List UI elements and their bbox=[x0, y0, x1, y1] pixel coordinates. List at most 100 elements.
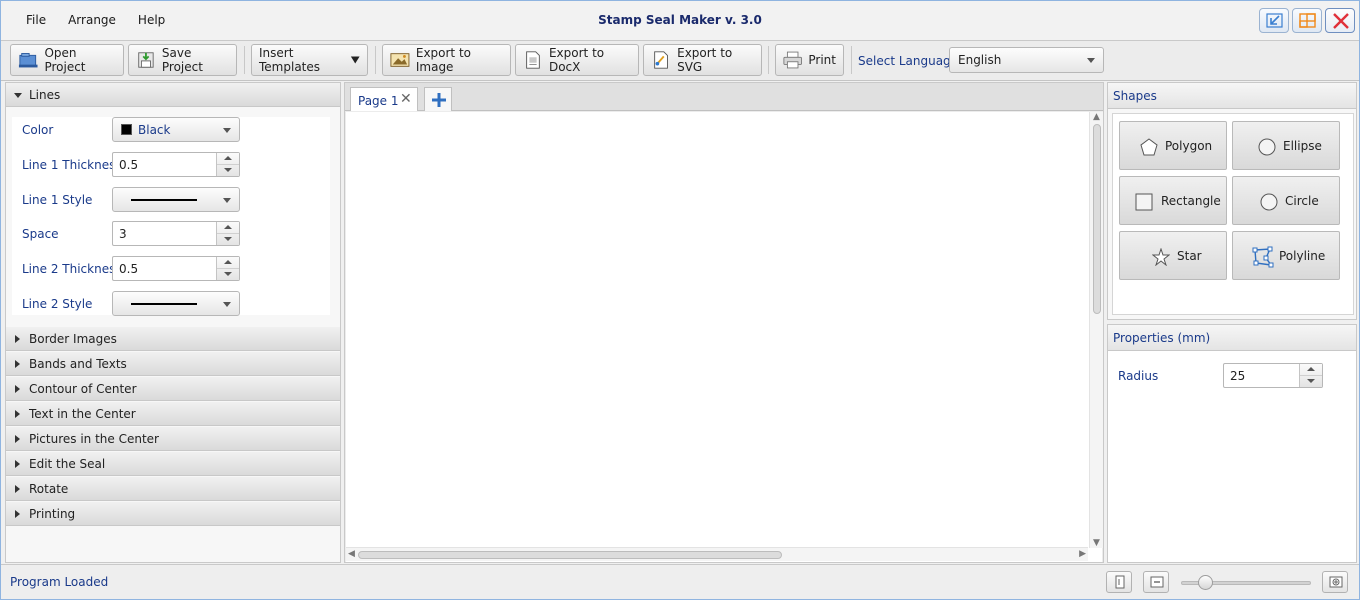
space-label: Space bbox=[22, 227, 59, 241]
line2-style-select[interactable] bbox=[112, 291, 240, 316]
ellipse-button[interactable]: Ellipse bbox=[1232, 121, 1340, 170]
zoom-in-button[interactable] bbox=[1322, 571, 1348, 593]
close-button[interactable] bbox=[1325, 8, 1355, 33]
canvas-area: Page 1 ✕ ▲ ▼ ◀ ▶ bbox=[344, 82, 1104, 563]
section-rotate-header[interactable]: Rotate bbox=[6, 477, 340, 501]
increment-icon[interactable] bbox=[1307, 367, 1315, 371]
collapsed-triangle-icon bbox=[15, 335, 20, 343]
stepper-buttons[interactable] bbox=[216, 222, 239, 245]
section-printing-header[interactable]: Printing bbox=[6, 502, 340, 526]
line2-thickness-label: Line 2 Thickness bbox=[22, 262, 122, 276]
shapes-panel: Shapes Polygon Ellipse Rectangle Circle … bbox=[1107, 82, 1357, 320]
section-label: Border Images bbox=[29, 332, 117, 346]
line1-style-label: Line 1 Style bbox=[22, 193, 93, 207]
section-border-images-header[interactable]: Border Images bbox=[6, 327, 340, 351]
section-contour-of-center-header[interactable]: Contour of Center bbox=[6, 377, 340, 401]
polyline-button[interactable]: Polyline bbox=[1232, 231, 1340, 280]
collapsed-triangle-icon bbox=[15, 510, 20, 518]
scroll-down-icon[interactable]: ▼ bbox=[1093, 538, 1100, 548]
increment-icon[interactable] bbox=[224, 225, 232, 229]
section-lines-header[interactable]: Lines bbox=[6, 83, 340, 107]
status-bar: Program Loaded bbox=[1, 564, 1359, 599]
decrement-icon[interactable] bbox=[1307, 379, 1315, 383]
rectangle-button[interactable]: Rectangle bbox=[1119, 176, 1227, 225]
section-lines-label: Lines bbox=[29, 88, 61, 102]
save-project-button[interactable]: Save Project bbox=[128, 44, 237, 76]
star-icon bbox=[1152, 248, 1170, 266]
toolbar-separator bbox=[375, 46, 376, 74]
dropdown-arrow-icon bbox=[350, 56, 360, 64]
export-image-label: Export to Image bbox=[415, 46, 472, 74]
document-icon bbox=[526, 51, 540, 69]
section-bands-and-texts-header[interactable]: Bands and Texts bbox=[6, 352, 340, 376]
scroll-up-icon[interactable]: ▲ bbox=[1093, 112, 1100, 122]
decrement-icon[interactable] bbox=[224, 168, 232, 172]
decrement-icon[interactable] bbox=[224, 237, 232, 241]
circle-button[interactable]: Circle bbox=[1232, 176, 1340, 225]
vertical-scrollbar[interactable]: ▲ ▼ bbox=[1089, 112, 1103, 548]
section-label: Text in the Center bbox=[29, 407, 136, 421]
maximize-button[interactable] bbox=[1292, 8, 1322, 33]
collapsed-triangle-icon bbox=[15, 360, 20, 368]
close-tab-icon[interactable]: ✕ bbox=[400, 91, 412, 107]
collapsed-triangle-icon bbox=[15, 410, 20, 418]
line2-thickness-stepper[interactable]: 0.5 bbox=[112, 256, 240, 281]
print-button[interactable]: Print bbox=[775, 44, 844, 76]
chevron-down-icon bbox=[223, 128, 231, 133]
close-icon bbox=[1333, 13, 1349, 29]
polygon-button[interactable]: Polygon bbox=[1119, 121, 1227, 170]
language-select[interactable]: English bbox=[949, 47, 1104, 73]
settings-panel: Lines Color Black Line 1 Thickness 0.5 L… bbox=[5, 82, 341, 563]
chevron-down-icon bbox=[1087, 58, 1095, 63]
radius-stepper[interactable]: 25 bbox=[1223, 363, 1323, 388]
polyline-label: Polyline bbox=[1279, 249, 1326, 263]
increment-icon[interactable] bbox=[224, 156, 232, 160]
page-tab-bar: Page 1 ✕ bbox=[345, 83, 1103, 111]
increment-icon[interactable] bbox=[224, 260, 232, 264]
vertical-scroll-thumb[interactable] bbox=[1093, 124, 1101, 314]
print-label: Print bbox=[808, 53, 836, 67]
stepper-buttons[interactable] bbox=[216, 257, 239, 280]
decrement-icon[interactable] bbox=[224, 272, 232, 276]
stepper-buttons[interactable] bbox=[216, 153, 239, 176]
open-project-label: Open Project bbox=[44, 46, 86, 74]
minimize-icon bbox=[1266, 13, 1283, 28]
shapes-header: Shapes bbox=[1108, 83, 1356, 109]
export-docx-button[interactable]: Export to DocX bbox=[515, 44, 639, 76]
drawing-canvas[interactable] bbox=[346, 112, 1102, 562]
line1-thickness-stepper[interactable]: 0.5 bbox=[112, 152, 240, 177]
horizontal-scrollbar[interactable]: ◀ ▶ bbox=[346, 547, 1088, 561]
section-text-in-center-header[interactable]: Text in the Center bbox=[6, 402, 340, 426]
ellipse-icon bbox=[1258, 138, 1276, 156]
star-button[interactable]: Star bbox=[1119, 231, 1227, 280]
space-stepper[interactable]: 3 bbox=[112, 221, 240, 246]
open-project-button[interactable]: Open Project bbox=[10, 44, 124, 76]
stepper-buttons[interactable] bbox=[1299, 364, 1322, 387]
section-edit-the-seal-header[interactable]: Edit the Seal bbox=[6, 452, 340, 476]
chevron-down-icon bbox=[223, 198, 231, 203]
export-svg-button[interactable]: Export to SVG bbox=[643, 44, 762, 76]
zoom-slider-thumb[interactable] bbox=[1198, 575, 1213, 590]
polygon-label: Polygon bbox=[1165, 139, 1213, 153]
fit-page-button[interactable] bbox=[1106, 571, 1132, 593]
section-label: Rotate bbox=[29, 482, 69, 496]
scroll-left-icon[interactable]: ◀ bbox=[348, 549, 355, 559]
properties-header: Properties (mm) bbox=[1108, 325, 1356, 351]
minimize-button[interactable] bbox=[1259, 8, 1289, 33]
insert-templates-button[interactable]: Insert Templates bbox=[251, 44, 368, 76]
export-image-button[interactable]: Export to Image bbox=[382, 44, 511, 76]
scroll-right-icon[interactable]: ▶ bbox=[1079, 549, 1086, 559]
line1-style-select[interactable] bbox=[112, 187, 240, 212]
color-value: Black bbox=[138, 123, 171, 137]
tab-page-1[interactable]: Page 1 ✕ bbox=[350, 87, 418, 111]
section-label: Printing bbox=[29, 507, 76, 521]
save-icon bbox=[138, 52, 154, 68]
color-select[interactable]: Black bbox=[112, 117, 240, 142]
zoom-out-button[interactable] bbox=[1143, 571, 1169, 593]
add-page-button[interactable] bbox=[424, 87, 452, 111]
lines-settings: Color Black Line 1 Thickness 0.5 Line 1 … bbox=[12, 117, 330, 316]
language-value: English bbox=[958, 53, 1002, 67]
horizontal-scroll-thumb[interactable] bbox=[358, 551, 782, 559]
vector-file-icon bbox=[654, 51, 668, 69]
section-pictures-in-center-header[interactable]: Pictures in the Center bbox=[6, 427, 340, 451]
